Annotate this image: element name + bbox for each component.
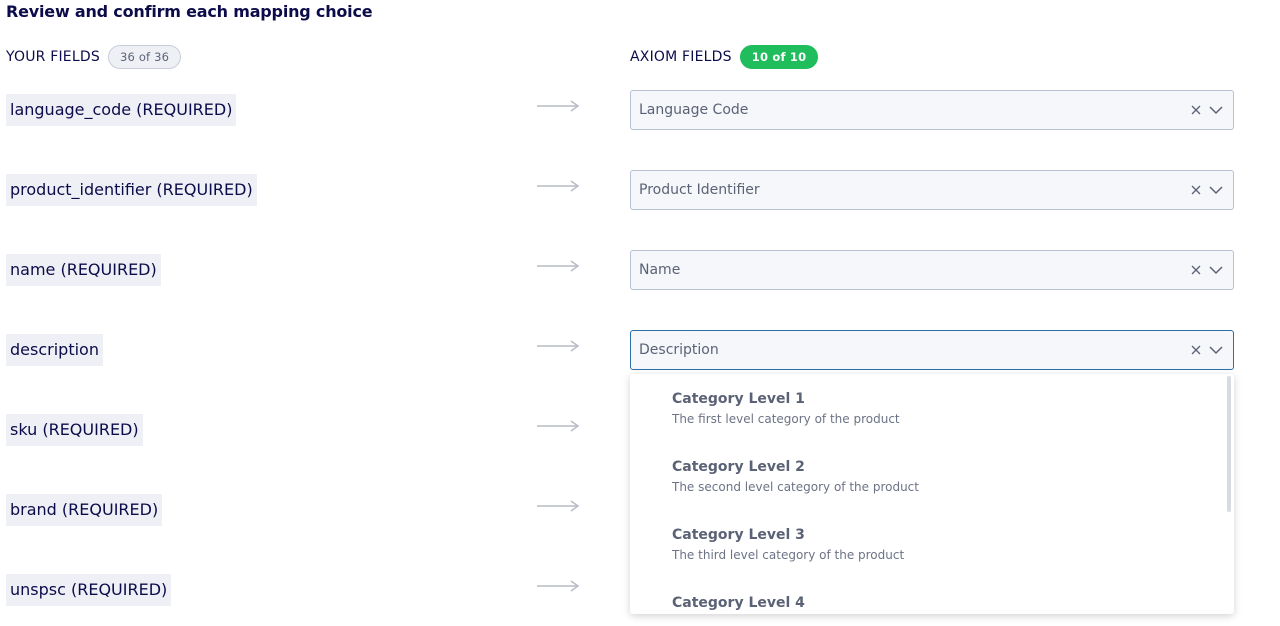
- chevron-down-icon[interactable]: [1207, 341, 1225, 359]
- arrow-right-icon: [536, 339, 580, 353]
- option-title: Category Level 2: [672, 459, 805, 475]
- select-value: Name: [639, 262, 681, 278]
- source-field-name: name (REQUIRED): [6, 254, 161, 286]
- select-value: Language Code: [639, 102, 749, 118]
- axiom-field-options-menu: Category Level 1 The first level categor…: [630, 374, 1234, 614]
- chevron-down-icon[interactable]: [1207, 261, 1225, 279]
- axiom-field-select[interactable]: Product Identifier: [630, 170, 1234, 210]
- dropdown-option[interactable]: Category Level 4: [672, 595, 1172, 611]
- arrow-right-icon: [536, 499, 580, 513]
- arrow-right-icon: [536, 99, 580, 113]
- close-icon[interactable]: [1187, 181, 1205, 199]
- dropdown-option[interactable]: Category Level 2 The second level catego…: [672, 459, 1172, 494]
- source-field-description: description: [6, 334, 103, 366]
- arrow-right-icon: [536, 419, 580, 433]
- close-icon[interactable]: [1187, 341, 1205, 359]
- dropdown-option[interactable]: Category Level 3 The third level categor…: [672, 527, 1172, 562]
- source-field-brand: brand (REQUIRED): [6, 494, 163, 526]
- axiom-fields-header: AXIOM FIELDS 10 of 10: [630, 45, 819, 69]
- close-icon[interactable]: [1187, 101, 1205, 119]
- source-field-product-identifier: product_identifier (REQUIRED): [6, 174, 257, 206]
- close-icon[interactable]: [1187, 261, 1205, 279]
- select-value: Product Identifier: [639, 182, 760, 198]
- axiom-fields-count-badge: 10 of 10: [739, 45, 819, 69]
- select-value: Description: [639, 342, 719, 358]
- your-fields-header: YOUR FIELDS 36 of 36: [6, 45, 182, 69]
- option-title: Category Level 3: [672, 527, 805, 543]
- source-field-unspsc: unspsc (REQUIRED): [6, 574, 172, 606]
- chevron-down-icon[interactable]: [1207, 101, 1225, 119]
- option-description: The second level category of the product: [672, 480, 919, 494]
- axiom-fields-label: AXIOM FIELDS: [630, 49, 732, 65]
- option-description: The first level category of the product: [672, 412, 900, 426]
- mapping-review-page: Review and confirm each mapping choice Y…: [0, 0, 1280, 626]
- dropdown-scrollbar[interactable]: [1227, 376, 1231, 512]
- source-field-sku: sku (REQUIRED): [6, 414, 143, 446]
- axiom-field-select[interactable]: Language Code: [630, 90, 1234, 130]
- axiom-field-select[interactable]: Name: [630, 250, 1234, 290]
- arrow-right-icon: [536, 179, 580, 193]
- arrow-right-icon: [536, 579, 580, 593]
- axiom-field-select-open[interactable]: Description: [630, 330, 1234, 370]
- page-title: Review and confirm each mapping choice: [6, 2, 373, 21]
- your-fields-count-badge: 36 of 36: [107, 45, 182, 69]
- arrow-right-icon: [536, 259, 580, 273]
- option-title: Category Level 1: [672, 391, 805, 407]
- your-fields-label: YOUR FIELDS: [6, 49, 100, 65]
- option-description: The third level category of the product: [672, 548, 905, 562]
- source-field-language-code: language_code (REQUIRED): [6, 94, 237, 126]
- option-title: Category Level 4: [672, 595, 805, 611]
- chevron-down-icon[interactable]: [1207, 181, 1225, 199]
- dropdown-option[interactable]: Category Level 1 The first level categor…: [672, 391, 1172, 426]
